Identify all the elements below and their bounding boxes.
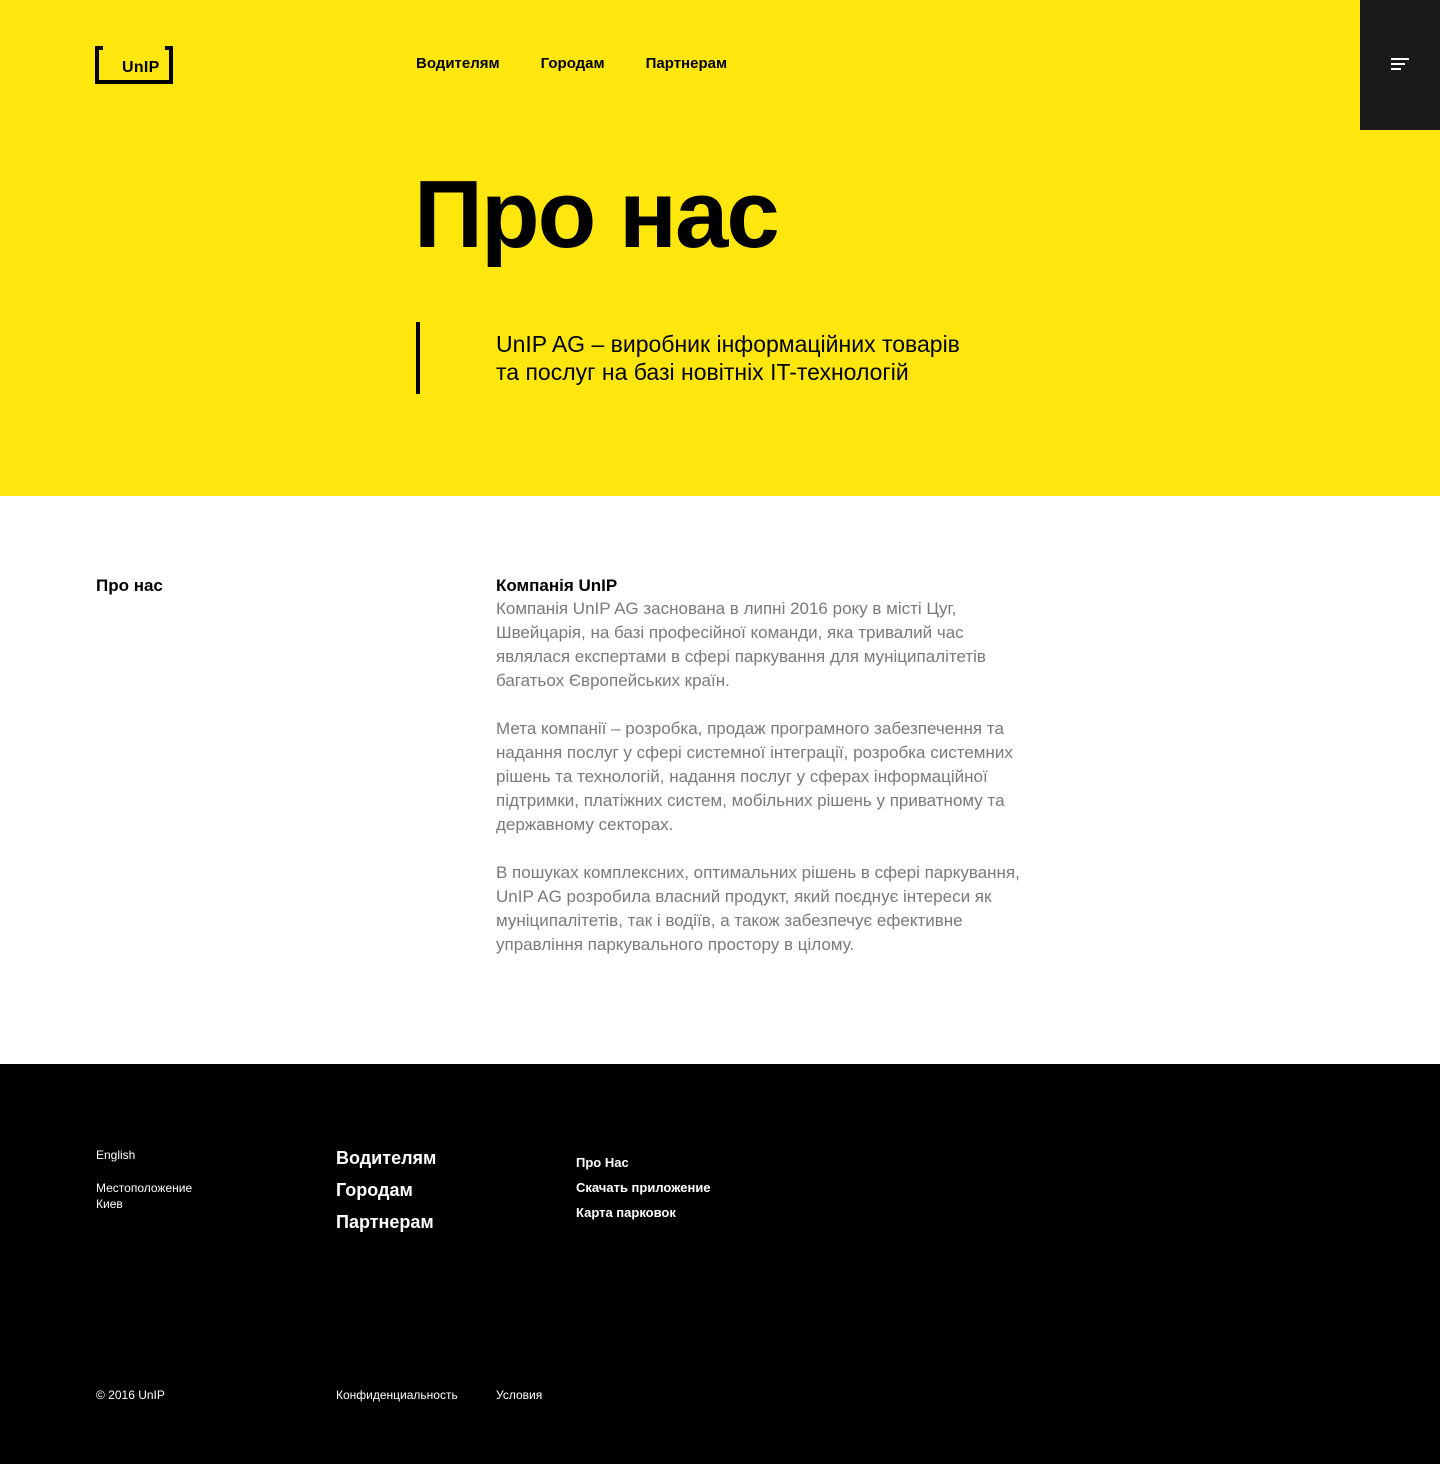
about-paragraph-3: В пошуках комплексних, оптимальних рішен… [496,863,1020,954]
about-paragraph-2: Мета компанії – розробка, продаж програм… [496,719,1013,834]
main-nav: Водителям Городам Партнерам [416,55,727,72]
footer-main-links: Водителям Городам Партнерам [336,1142,436,1238]
about-content: Компанія UnIP Компанія UnIP AG заснована… [496,575,1036,981]
hero-section: UnIP Водителям Городам Партнерам Про нас… [0,0,1440,496]
footer-secondary-links: Про Нас Скачать приложение Карта парково… [576,1147,711,1229]
footer-link-cities[interactable]: Городам [336,1174,436,1206]
terms-link[interactable]: Условия [496,1388,542,1402]
copyright: © 2016 UnIP [96,1388,165,1402]
hero-quote: UnIP AG – виробник інформаційних товарів… [496,330,1056,386]
logo-text: UnIP [122,59,160,76]
about-heading: Компанія UnIP [496,576,618,595]
hamburger-menu-icon [1391,58,1409,71]
footer-link-partners[interactable]: Партнерам [336,1206,436,1238]
privacy-link[interactable]: Конфиденциальность [336,1388,458,1402]
menu-button[interactable] [1360,0,1440,130]
section-label: Про нас [96,576,163,595]
nav-drivers[interactable]: Водителям [416,55,500,72]
quote-bar [416,322,420,394]
footer: English Местоположение Киев Водителям Го… [0,1064,1440,1464]
footer-location: Местоположение Киев [96,1180,192,1212]
hero-quote-line-1: UnIP AG – виробник інформаційних товарів [496,331,960,357]
nav-cities[interactable]: Городам [541,55,605,72]
hero-quote-line-2: та послуг на базі новітніх IT-технологій [496,359,909,385]
location-value: Киев [96,1197,123,1211]
footer-link-drivers[interactable]: Водителям [336,1142,436,1174]
page-title: Про нас [414,161,780,268]
location-label: Местоположение [96,1181,193,1195]
language-switch[interactable]: English [96,1148,135,1162]
nav-partners[interactable]: Партнерам [646,55,727,72]
logo[interactable]: UnIP [95,46,173,84]
about-paragraph-1: Компанія UnIP AG заснована в липні 2016 … [496,599,986,690]
